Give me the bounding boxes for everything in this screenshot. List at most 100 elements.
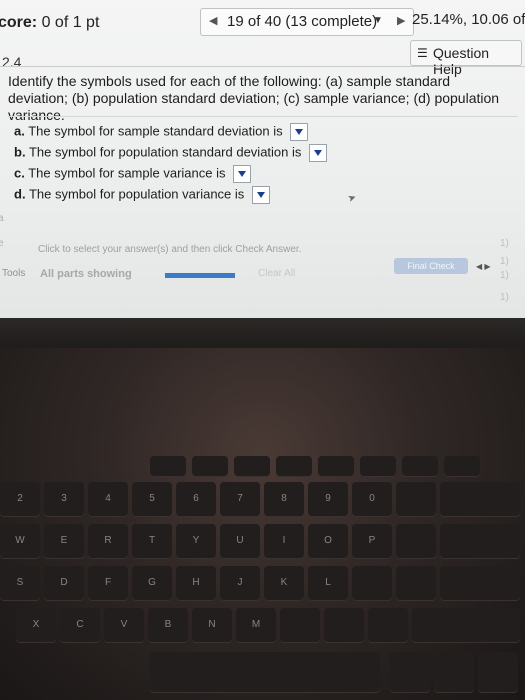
key-blank bbox=[478, 652, 518, 692]
answer-dropdown-b[interactable] bbox=[309, 144, 328, 162]
key-h: H bbox=[176, 566, 216, 600]
key-e: E bbox=[44, 524, 84, 558]
answer-row-d: d. The symbol for population variance is bbox=[14, 186, 270, 204]
key-enter bbox=[440, 566, 520, 600]
key-9: 9 bbox=[308, 482, 348, 516]
pager-arrows-icon[interactable]: ◀ ▶ bbox=[476, 262, 491, 271]
left-mark: a bbox=[0, 213, 4, 224]
key-blank bbox=[280, 608, 320, 642]
parts-showing-label: All parts showing bbox=[40, 268, 132, 280]
key-blank bbox=[434, 652, 474, 692]
divider bbox=[0, 66, 525, 67]
function-key bbox=[192, 456, 228, 476]
function-key bbox=[150, 456, 186, 476]
key-2: 2 bbox=[0, 482, 40, 516]
key-s: S bbox=[0, 566, 40, 600]
key-blank bbox=[440, 524, 520, 558]
previous-question-icon[interactable]: ◀ bbox=[209, 14, 217, 27]
key-6: 6 bbox=[176, 482, 216, 516]
answer-row-b: b. The symbol for population standard de… bbox=[14, 144, 328, 162]
answer-text: The symbol for sample variance is bbox=[28, 165, 226, 181]
key-c: C bbox=[60, 608, 100, 642]
answer-dropdown-a[interactable] bbox=[290, 123, 309, 141]
key-l: L bbox=[308, 566, 348, 600]
score-display: core: 0 of 1 pt bbox=[0, 14, 99, 32]
side-mark: 1) bbox=[500, 270, 509, 281]
key-f: F bbox=[88, 566, 128, 600]
answer-letter: a. bbox=[14, 123, 25, 139]
key-w: W bbox=[0, 524, 40, 558]
top-bar: core: 0 of 1 pt ◀ 19 of 40 (13 complete)… bbox=[0, 0, 525, 40]
bottom-toolbar: Click to select your answer(s) and then … bbox=[0, 228, 525, 318]
key-r: R bbox=[88, 524, 128, 558]
key-5: 5 bbox=[132, 482, 172, 516]
side-mark: 1) bbox=[500, 238, 509, 249]
score-label: core: bbox=[0, 14, 38, 31]
key-k: K bbox=[264, 566, 304, 600]
answer-text: The symbol for population variance is bbox=[28, 186, 245, 202]
answer-letter: c. bbox=[14, 165, 25, 181]
key-y: Y bbox=[176, 524, 216, 558]
key-t: T bbox=[132, 524, 172, 558]
key-d: D bbox=[44, 566, 84, 600]
key-v: V bbox=[104, 608, 144, 642]
answer-row-c: c. The symbol for sample variance is bbox=[14, 165, 252, 183]
question-position: 19 of 40 (13 complete) bbox=[227, 13, 378, 30]
final-check-button[interactable]: Final Check bbox=[394, 258, 468, 274]
progress-bar bbox=[165, 273, 235, 278]
function-key bbox=[402, 456, 438, 476]
key-b: B bbox=[148, 608, 188, 642]
key-3: 3 bbox=[44, 482, 84, 516]
key-blank bbox=[396, 566, 436, 600]
key-p: P bbox=[352, 524, 392, 558]
key-0: 0 bbox=[352, 482, 392, 516]
tools-link[interactable]: Tools bbox=[2, 268, 25, 279]
answer-letter: d. bbox=[14, 186, 26, 202]
function-key bbox=[444, 456, 480, 476]
instruction-hint: Click to select your answer(s) and then … bbox=[38, 244, 302, 255]
overall-score: 25.14%, 10.06 of 4 bbox=[412, 11, 525, 28]
key-blank bbox=[390, 652, 430, 692]
next-question-icon[interactable]: ▶ bbox=[397, 14, 405, 27]
key-o: O bbox=[308, 524, 348, 558]
answer-text: The symbol for population standard devia… bbox=[28, 144, 302, 160]
key-space bbox=[150, 652, 380, 692]
function-key bbox=[234, 456, 270, 476]
key-g: G bbox=[132, 566, 172, 600]
key-i: I bbox=[264, 524, 304, 558]
key-blank bbox=[396, 524, 436, 558]
key-7: 7 bbox=[220, 482, 260, 516]
side-mark: 1) bbox=[500, 292, 509, 303]
answer-dropdown-c[interactable] bbox=[233, 165, 252, 183]
answer-row-a: a. The symbol for sample standard deviat… bbox=[14, 123, 309, 141]
laptop-screen: core: 0 of 1 pt ◀ 19 of 40 (13 complete)… bbox=[0, 0, 525, 318]
function-key bbox=[276, 456, 312, 476]
clear-all-button[interactable]: Clear All bbox=[258, 268, 295, 279]
function-key bbox=[360, 456, 396, 476]
section-number: 2.4 bbox=[2, 54, 22, 70]
laptop-keyboard: 2 3 4 5 6 7 8 9 0 W E R T Y U I O P S D … bbox=[0, 348, 525, 700]
key-n: N bbox=[192, 608, 232, 642]
key-blank bbox=[368, 608, 408, 642]
key-shift bbox=[412, 608, 520, 642]
laptop-bezel bbox=[0, 318, 525, 348]
function-key bbox=[318, 456, 354, 476]
answer-dropdown-d[interactable] bbox=[251, 186, 270, 204]
key-blank bbox=[396, 482, 436, 516]
question-help-button[interactable]: ☰ Question Help bbox=[410, 40, 522, 77]
answer-letter: b. bbox=[14, 144, 26, 160]
score-value: 0 of 1 pt bbox=[41, 14, 100, 31]
list-icon: ☰ bbox=[417, 46, 428, 60]
key-8: 8 bbox=[264, 482, 304, 516]
question-list-dropdown-icon[interactable]: ▼ bbox=[373, 15, 383, 26]
key-m: M bbox=[236, 608, 276, 642]
key-blank bbox=[324, 608, 364, 642]
key-j: J bbox=[220, 566, 260, 600]
key-u: U bbox=[220, 524, 260, 558]
answer-panel: a. The symbol for sample standard deviat… bbox=[8, 116, 518, 213]
key-4: 4 bbox=[88, 482, 128, 516]
question-navigator[interactable]: ◀ 19 of 40 (13 complete) ▼ ▶ bbox=[200, 8, 414, 36]
key-backspace bbox=[440, 482, 520, 516]
key-x: X bbox=[16, 608, 56, 642]
side-mark: 1) bbox=[500, 256, 509, 267]
